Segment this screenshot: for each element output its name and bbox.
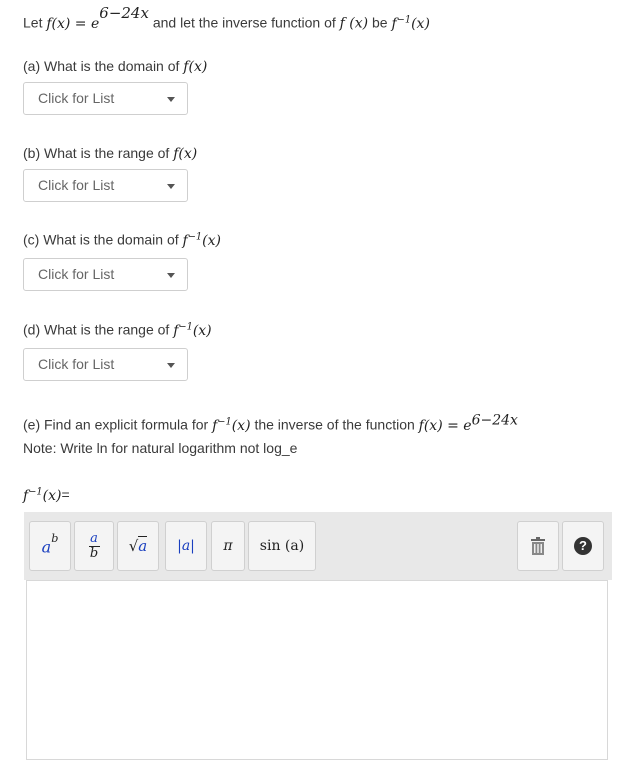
answer-input[interactable] <box>26 580 608 760</box>
math-toolbar: ab a b √a |a| π sin (a) ? <box>24 512 612 580</box>
intro-middle: and let the inverse function of <box>152 14 336 31</box>
answer-label: f−1(x)= <box>23 486 70 504</box>
domain-f-select[interactable]: Click for List <box>23 82 188 115</box>
chevron-down-icon <box>167 273 175 278</box>
question-e-label: (e) Find an explicit formula for f−1(x) … <box>23 412 518 434</box>
intro-prefix: Let <box>23 14 43 31</box>
pi-icon: π <box>223 538 233 554</box>
power-button[interactable]: ab <box>29 521 71 571</box>
inverse-function: f−1(x) <box>391 14 430 32</box>
trash-icon <box>531 537 545 555</box>
question-d-label: (d) What is the range of f−1(x) <box>23 321 212 339</box>
help-button[interactable]: ? <box>562 521 604 571</box>
help-icon: ? <box>574 537 592 555</box>
fraction-button[interactable]: a b <box>74 521 114 571</box>
pi-button[interactable]: π <box>211 521 245 571</box>
function-f: f (x) <box>339 15 369 32</box>
sin-button[interactable]: sin (a) <box>248 521 316 571</box>
question-c-label: (c) What is the domain of f−1(x) <box>23 231 221 249</box>
question-a-label: (a) What is the domain of f(x) <box>23 58 208 75</box>
question-b-label: (b) What is the range of f(x) <box>23 145 198 162</box>
range-f-select[interactable]: Click for List <box>23 169 188 202</box>
delete-button[interactable] <box>517 521 559 571</box>
fraction-icon: a b <box>88 530 100 561</box>
range-finverse-select[interactable]: Click for List <box>23 348 188 381</box>
domain-finverse-select[interactable]: Click for List <box>23 258 188 291</box>
absolute-value-button[interactable]: |a| <box>165 521 207 571</box>
function-definition: f(x) = e6−24x <box>46 4 149 32</box>
chevron-down-icon <box>167 363 175 368</box>
sqrt-button[interactable]: √a <box>117 521 159 571</box>
problem-statement: Let f(x) = e6−24x and let the inverse fu… <box>23 4 430 32</box>
sin-icon: sin (a) <box>259 538 305 554</box>
sqrt-icon: √a <box>128 536 148 555</box>
abs-icon: |a| <box>177 538 195 554</box>
chevron-down-icon <box>167 97 175 102</box>
chevron-down-icon <box>167 184 175 189</box>
power-icon: ab <box>41 531 59 557</box>
note-text: Note: Write ln for natural logarithm not… <box>23 440 298 456</box>
